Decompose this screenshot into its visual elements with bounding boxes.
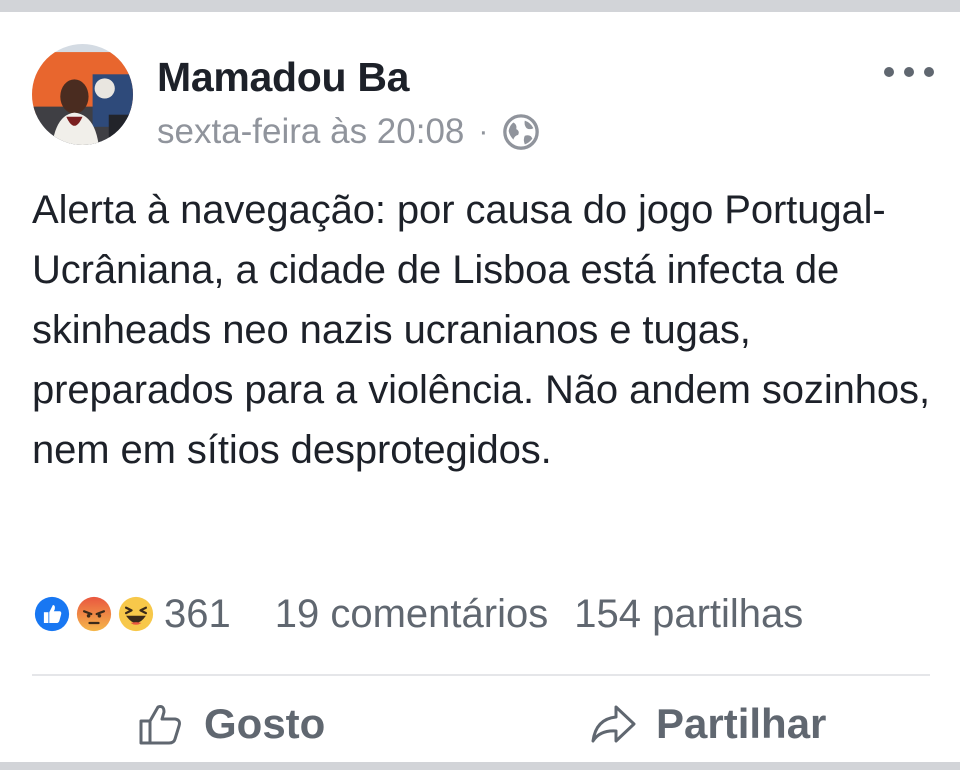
more-dot xyxy=(884,67,894,77)
post-timestamp[interactable]: sexta-feira às 20:08 xyxy=(157,112,464,152)
reactions-summary[interactable] xyxy=(32,594,158,634)
like-reaction-icon xyxy=(32,594,72,634)
avatar-photo xyxy=(32,44,133,145)
more-dot xyxy=(924,67,934,77)
like-button-label: Gosto xyxy=(204,700,326,747)
divider xyxy=(32,674,930,676)
angry-reaction-icon xyxy=(74,594,114,634)
post-text: Alerta à navegação: por causa do jogo Po… xyxy=(32,188,930,472)
meta-separator: · xyxy=(478,115,489,148)
author-name[interactable]: Mamadou Ba xyxy=(157,54,409,101)
share-arrow-icon xyxy=(588,699,638,749)
more-dot xyxy=(904,67,914,77)
shares-count[interactable]: 154 partilhas xyxy=(574,592,803,637)
globe-icon[interactable] xyxy=(502,113,540,151)
thumbs-up-icon xyxy=(136,699,186,749)
share-button[interactable]: Partilhar xyxy=(588,694,826,754)
post-stats: 361 19 comentários 154 partilhas xyxy=(32,584,932,644)
like-button[interactable]: Gosto xyxy=(136,694,325,754)
avatar[interactable] xyxy=(32,44,133,145)
post-card: Mamadou Ba sexta-feira às 20:08 · Alerta… xyxy=(0,12,960,762)
more-options-icon[interactable] xyxy=(884,62,934,82)
feed-gap xyxy=(0,762,960,770)
post-meta: sexta-feira às 20:08 · xyxy=(157,112,540,152)
comments-count[interactable]: 19 comentários xyxy=(275,592,548,637)
reactions-count[interactable]: 361 xyxy=(164,592,231,637)
haha-reaction-icon xyxy=(116,594,156,634)
share-button-label: Partilhar xyxy=(656,700,827,747)
